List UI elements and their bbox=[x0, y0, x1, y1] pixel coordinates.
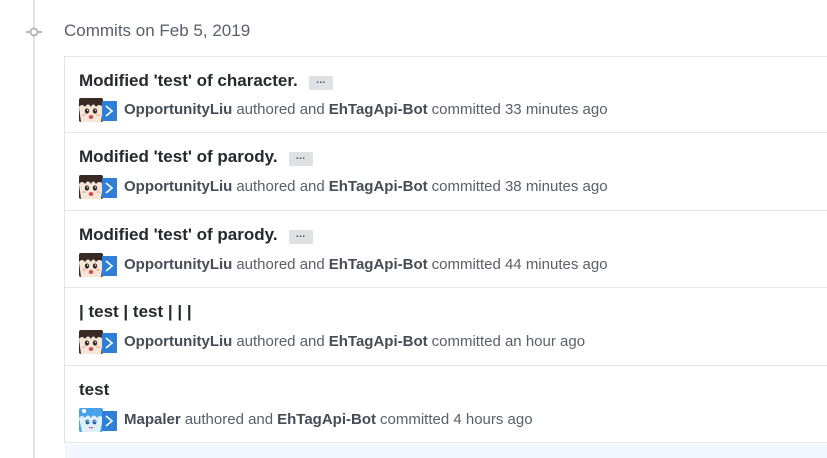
author-avatar[interactable] bbox=[79, 253, 103, 277]
committer-avatar[interactable] bbox=[102, 178, 117, 198]
commit-item: Modified 'test' of parody. … Opportunity… bbox=[65, 211, 827, 288]
committer-avatar[interactable] bbox=[102, 411, 117, 431]
committed-time: committed an hour ago bbox=[431, 333, 586, 350]
committed-time: committed 4 hours ago bbox=[380, 411, 533, 428]
next-commit-row-partial bbox=[65, 444, 827, 458]
author-avatar[interactable] bbox=[79, 330, 103, 354]
committed-time: committed 44 minutes ago bbox=[431, 256, 608, 273]
author-link[interactable]: OpportunityLiu bbox=[124, 100, 232, 120]
commit-item: Modified 'test' of character. … Opportun… bbox=[65, 57, 827, 133]
commit-message-link[interactable]: test bbox=[79, 379, 109, 401]
committer-avatar[interactable] bbox=[102, 256, 117, 276]
commit-item: Modified 'test' of parody. … Opportunity… bbox=[65, 133, 827, 211]
authored-text: authored and bbox=[184, 411, 274, 428]
commit-history-page: Commits on Feb 5, 2019 Modified 'test' o… bbox=[0, 0, 827, 458]
avatar-pair bbox=[79, 175, 117, 199]
commit-item: | test | test | | | OpportunityLiu autho… bbox=[65, 288, 827, 366]
commit-message-link[interactable]: Modified 'test' of character. bbox=[79, 70, 298, 92]
commit-message-link[interactable]: Modified 'test' of parody. bbox=[79, 146, 278, 168]
commits-date-heading: Commits on Feb 5, 2019 bbox=[64, 21, 251, 40]
expand-message-button[interactable]: … bbox=[288, 230, 313, 244]
expand-message-button[interactable]: … bbox=[308, 76, 333, 90]
author-link[interactable]: OpportunityLiu bbox=[124, 255, 232, 275]
committer-link[interactable]: EhTagApi-Bot bbox=[329, 100, 428, 120]
committer-avatar[interactable] bbox=[102, 333, 117, 353]
committer-link[interactable]: EhTagApi-Bot bbox=[329, 177, 428, 197]
commit-message-link[interactable]: | test | test | | | bbox=[79, 301, 192, 323]
author-avatar[interactable] bbox=[79, 175, 103, 199]
committed-time: committed 33 minutes ago bbox=[431, 101, 608, 118]
committed-time: committed 38 minutes ago bbox=[431, 178, 608, 195]
authored-text: authored and bbox=[236, 101, 325, 118]
commit-item: test Mapaler authored and EhTagApi-Bot c… bbox=[65, 366, 827, 443]
avatar-pair bbox=[79, 408, 117, 432]
authored-text: authored and bbox=[236, 256, 325, 273]
committer-avatar[interactable] bbox=[102, 101, 117, 121]
git-commit-icon bbox=[26, 27, 42, 37]
author-avatar[interactable] bbox=[79, 98, 103, 122]
avatar-pair bbox=[79, 253, 117, 277]
author-link[interactable]: Mapaler bbox=[124, 410, 181, 430]
avatar-pair bbox=[79, 98, 117, 122]
committer-link[interactable]: EhTagApi-Bot bbox=[329, 332, 428, 352]
committer-link[interactable]: EhTagApi-Bot bbox=[329, 255, 428, 275]
commit-message-link[interactable]: Modified 'test' of parody. bbox=[79, 224, 278, 246]
timeline-line bbox=[33, 0, 35, 458]
author-link[interactable]: OpportunityLiu bbox=[124, 177, 232, 197]
authored-text: authored and bbox=[236, 333, 325, 350]
commit-list: Modified 'test' of character. … Opportun… bbox=[64, 56, 827, 443]
author-avatar[interactable] bbox=[79, 408, 103, 432]
authored-text: authored and bbox=[236, 178, 325, 195]
expand-message-button[interactable]: … bbox=[288, 152, 313, 166]
committer-link[interactable]: EhTagApi-Bot bbox=[277, 410, 376, 430]
avatar-pair bbox=[79, 330, 117, 354]
author-link[interactable]: OpportunityLiu bbox=[124, 332, 232, 352]
